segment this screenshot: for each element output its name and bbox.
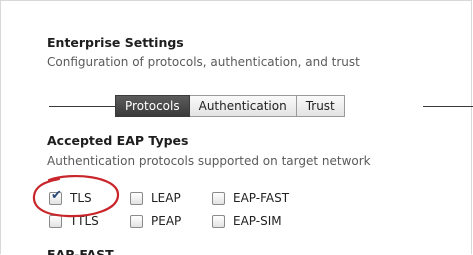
tab-group: Protocols Authentication Trust (115, 95, 345, 117)
checkbox-label: TTLS (70, 214, 99, 228)
tab-protocols[interactable]: Protocols (115, 95, 190, 117)
checkbox-ttls[interactable]: TTLS (49, 214, 99, 228)
checkbox-box[interactable] (212, 214, 225, 228)
tab-divider-right (423, 106, 473, 107)
checkbox-box[interactable] (49, 214, 62, 228)
checkbox-box[interactable] (130, 214, 143, 228)
checkbox-label: PEAP (151, 214, 182, 228)
checkbox-label: EAP-FAST (233, 191, 290, 205)
checkbox-eap-sim[interactable]: EAP-SIM (212, 214, 282, 228)
page-subtitle: Configuration of protocols, authenticati… (47, 55, 360, 69)
checkbox-eap-fast[interactable]: EAP-FAST (212, 191, 289, 205)
settings-panel: Enterprise Settings Configuration of pro… (0, 0, 473, 255)
checkbox-box[interactable] (130, 191, 143, 205)
page-title: Enterprise Settings (47, 35, 184, 50)
checkbox-label: LEAP (151, 191, 181, 205)
checkmark-icon: ✔ (51, 187, 62, 203)
eap-types-title: Accepted EAP Types (47, 133, 189, 148)
tab-authentication[interactable]: Authentication (189, 95, 297, 117)
checkbox-label: EAP-SIM (233, 214, 282, 228)
tab-trust[interactable]: Trust (296, 95, 345, 117)
checkbox-label: TLS (70, 191, 92, 205)
tab-divider-left (49, 106, 115, 107)
checkbox-leap[interactable]: LEAP (130, 191, 181, 205)
checkbox-tls[interactable]: ✔ TLS (49, 187, 92, 205)
eap-types-subtitle: Authentication protocols supported on ta… (47, 154, 371, 168)
checkbox-peap[interactable]: PEAP (130, 214, 181, 228)
checkbox-box[interactable] (212, 191, 225, 205)
tab-bar: Protocols Authentication Trust (49, 95, 473, 117)
checkbox-box[interactable]: ✔ (49, 187, 62, 205)
